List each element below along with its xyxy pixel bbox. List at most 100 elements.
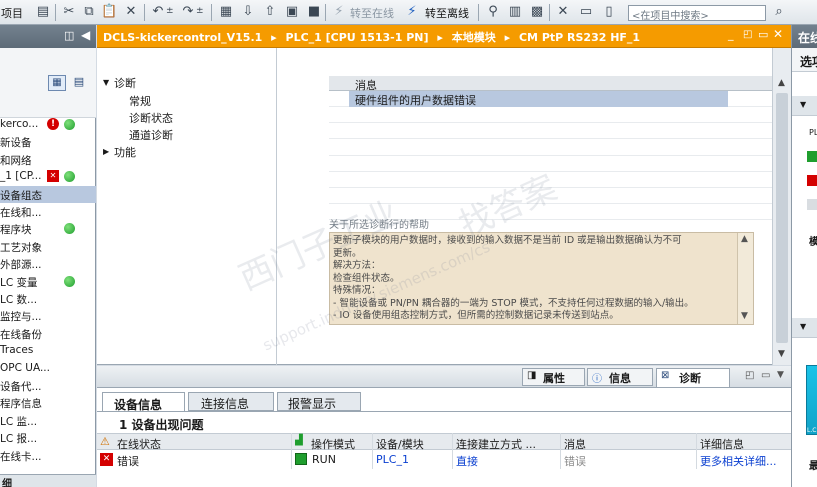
- tree-item[interactable]: LC 数...: [0, 290, 96, 307]
- redo-dropdown-icon[interactable]: ±: [196, 6, 204, 16]
- device-grid-row[interactable]: ✕ 错误 RUN PLC_1 直接 错误 更多相关详细...: [97, 451, 791, 468]
- breadcrumb-project[interactable]: DCLS-kickercontrol_V15.1: [103, 31, 262, 44]
- tree-item[interactable]: 工艺对象: [0, 238, 96, 255]
- tree-item[interactable]: 在线卡...: [0, 447, 96, 464]
- nav-functions[interactable]: 功能: [114, 144, 136, 160]
- tab-info[interactable]: ⓘ 信息: [587, 368, 653, 386]
- expand-diagnostics-icon[interactable]: ▼: [103, 78, 109, 87]
- nav-channel-diagnostics[interactable]: 通道诊断: [129, 127, 173, 143]
- redo-icon[interactable]: ↷: [180, 4, 196, 20]
- col-message[interactable]: 消息: [564, 436, 586, 452]
- tab-properties[interactable]: ◨ 属性: [522, 368, 585, 386]
- simulation-icon[interactable]: ▣: [284, 4, 300, 20]
- breadcrumb-module[interactable]: CM PtP RS232 HF_1: [519, 31, 640, 44]
- message-row[interactable]: [329, 156, 772, 172]
- accessible-devices-icon[interactable]: ⚲: [485, 4, 501, 20]
- monitor-icon[interactable]: ▩: [529, 4, 545, 20]
- col-device-module[interactable]: 设备/模块: [376, 436, 424, 452]
- cell-device-module[interactable]: PLC_1: [376, 453, 409, 466]
- tree-item[interactable]: OPC UA...: [0, 360, 96, 377]
- panel-arrow-icon[interactable]: ◀: [81, 28, 90, 42]
- undo-dropdown-icon[interactable]: ±: [166, 6, 174, 16]
- task-card-title[interactable]: 在线: [798, 29, 817, 46]
- tree-item[interactable]: _1 [CP... ✕: [0, 168, 96, 185]
- tree-details-icon[interactable]: ▤: [70, 75, 88, 91]
- float-editor-icon[interactable]: ◰: [743, 29, 752, 40]
- tree-item[interactable]: 外部源...: [0, 255, 96, 272]
- minimize-editor-icon[interactable]: _: [728, 28, 734, 41]
- tree-item[interactable]: 在线和...: [0, 203, 96, 220]
- editor-scrollbar[interactable]: ▲ ▼: [772, 48, 791, 365]
- tree-item[interactable]: 和网络: [0, 151, 96, 168]
- collapse-panel-icon[interactable]: ◫: [64, 29, 74, 42]
- details-view-label[interactable]: 细: [2, 475, 12, 487]
- search-binoculars-icon[interactable]: ⌕: [771, 4, 787, 20]
- tree-item[interactable]: 监控与...: [0, 307, 96, 324]
- download-to-device-icon[interactable]: ⇩: [240, 4, 256, 20]
- scroll-down-icon[interactable]: ▼: [741, 311, 748, 321]
- go-offline-button[interactable]: 转至离线: [425, 5, 469, 21]
- undo-icon[interactable]: ↶: [150, 4, 166, 20]
- breadcrumb-local-modules[interactable]: 本地模块: [452, 31, 496, 44]
- message-row[interactable]: [329, 172, 772, 188]
- split-vertical-icon[interactable]: ▯: [601, 4, 617, 20]
- tree-view-icon[interactable]: ▦: [48, 75, 66, 91]
- tree-item[interactable]: LC 报...: [0, 429, 96, 446]
- col-connection-method[interactable]: 连接建立方式 ...: [456, 436, 536, 452]
- tree-item[interactable]: 在线备份: [0, 325, 96, 342]
- section2-collapse-icon[interactable]: ▼: [800, 322, 806, 331]
- cut-icon[interactable]: ✂: [61, 4, 77, 20]
- tab-diagnostics[interactable]: ⊠ 诊断: [656, 368, 730, 387]
- subtab-alarm-display[interactable]: 报警显示: [277, 392, 361, 411]
- col-online-status[interactable]: 在线状态: [117, 436, 161, 452]
- inspector-minimize-icon[interactable]: ▭: [761, 370, 770, 381]
- project-menu[interactable]: 项目: [1, 5, 23, 21]
- tree-item[interactable]: 程序块: [0, 220, 96, 237]
- tree-item[interactable]: LC 变量: [0, 273, 96, 290]
- close-editor-icon[interactable]: ✕: [773, 27, 783, 41]
- cross-reference-icon[interactable]: ▥: [507, 4, 523, 20]
- subtab-connection-info[interactable]: 连接信息: [188, 392, 274, 411]
- expand-functions-icon[interactable]: ▶: [103, 147, 109, 156]
- tree-item[interactable]: Traces: [0, 342, 96, 359]
- save-project-icon[interactable]: ▤: [35, 4, 51, 20]
- breadcrumb-plc[interactable]: PLC_1 [CPU 1513-1 PN]: [286, 31, 429, 44]
- message-row[interactable]: [329, 140, 772, 156]
- go-online-button[interactable]: 转至在线: [350, 5, 394, 21]
- tree-item[interactable]: 设备组态: [0, 185, 96, 203]
- inspector-float-icon[interactable]: ◰: [745, 370, 754, 381]
- message-row[interactable]: 硬件组件的用户数据错误: [329, 91, 772, 107]
- maximize-editor-icon[interactable]: ▭: [758, 28, 768, 41]
- delete-icon[interactable]: ✕: [123, 4, 139, 20]
- tree-item[interactable]: 程序信息: [0, 394, 96, 411]
- editor-scroll-thumb[interactable]: [776, 93, 788, 343]
- editor-scroll-down-icon[interactable]: ▼: [778, 349, 785, 359]
- close-all-icon[interactable]: ✕: [555, 4, 571, 20]
- scroll-up-icon[interactable]: ▲: [741, 234, 748, 244]
- nav-general[interactable]: 常规: [129, 93, 151, 109]
- message-row[interactable]: [329, 123, 772, 140]
- help-scrollbar[interactable]: ▲ ▼: [737, 233, 753, 324]
- paste-icon[interactable]: 📋: [101, 4, 117, 20]
- tree-item[interactable]: 设备代...: [0, 377, 96, 394]
- copy-icon[interactable]: ⧉: [81, 4, 97, 20]
- cell-details-link[interactable]: 更多相关详细...: [700, 453, 777, 469]
- cell-connection-method[interactable]: 直接: [456, 453, 478, 469]
- tree-item[interactable]: LC 监...: [0, 412, 96, 429]
- tree-item[interactable]: 新设备: [0, 133, 96, 150]
- go-online-icon[interactable]: ⚡: [331, 4, 347, 20]
- section-collapse-icon[interactable]: ▼: [800, 100, 806, 109]
- col-operating-mode[interactable]: 操作模式: [311, 436, 355, 452]
- subtab-device-info[interactable]: 设备信息: [102, 392, 185, 412]
- split-horizontal-icon[interactable]: ▭: [578, 4, 594, 20]
- upload-from-device-icon[interactable]: ⇧: [262, 4, 278, 20]
- message-row[interactable]: [329, 188, 772, 205]
- editor-scroll-up-icon[interactable]: ▲: [778, 78, 785, 88]
- nav-diagnostics[interactable]: 诊断: [114, 75, 136, 91]
- col-details[interactable]: 详细信息: [700, 436, 744, 452]
- message-row[interactable]: [329, 107, 772, 124]
- compile-icon[interactable]: ▦: [218, 4, 234, 20]
- nav-diagnostic-status[interactable]: 诊断状态: [129, 110, 173, 126]
- stop-cpu-icon[interactable]: ■: [306, 4, 322, 20]
- search-input[interactable]: <在项目中搜索>: [628, 5, 766, 22]
